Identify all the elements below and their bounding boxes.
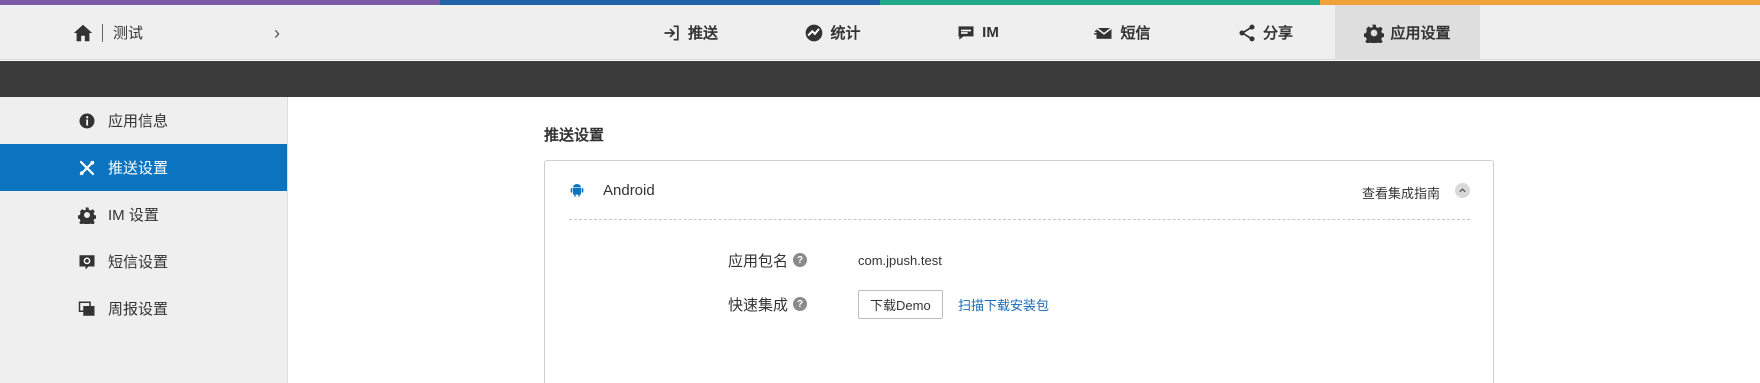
help-icon[interactable]: ? [793, 253, 808, 267]
sidebar-item-label: 周报设置 [108, 301, 169, 318]
top-navigation: 测试 › 推送 统计 IM 短信 分享 应用设置 [0, 5, 1760, 60]
platform-name: Android [603, 181, 655, 199]
app-divider [102, 23, 103, 42]
page: 测试 › 推送 统计 IM 短信 分享 应用设置 应用信息 推送设置 IM 设置… [0, 0, 1760, 383]
sidebar-item-app-info[interactable]: 应用信息 [0, 97, 287, 144]
chat-icon [958, 25, 974, 40]
chevron-up-icon[interactable] [1455, 183, 1470, 198]
nav-label-im: IM [982, 24, 999, 41]
nav-item-push[interactable]: 推送 [620, 5, 760, 60]
section-title: 推送设置 [544, 127, 605, 144]
package-name-row: 应用包名 ? com.jpush.test [545, 245, 1495, 275]
nav-label-stats: 统计 [830, 25, 861, 42]
card-header: Android 查看集成指南 [569, 161, 1470, 220]
scan-download-link[interactable]: 扫描下载安装包 [958, 295, 1049, 314]
report-icon [78, 301, 95, 316]
sidebar-item-label: IM 设置 [108, 207, 159, 224]
android-icon [570, 184, 584, 197]
package-name-label-text: 应用包名 [728, 252, 789, 270]
gear-icon [1364, 24, 1385, 43]
sidebar-item-im-settings[interactable]: IM 设置 [0, 191, 287, 238]
sms-gear-icon [79, 254, 95, 269]
download-demo-button[interactable]: 下载Demo [858, 289, 943, 319]
platform-card: Android 查看集成指南 应用包名 ? com.jpush.test 快速集… [544, 160, 1494, 383]
chevron-right-icon[interactable]: › [274, 23, 280, 44]
sms-icon [1094, 26, 1113, 39]
nav-label-share: 分享 [1262, 25, 1293, 42]
nav-item-stats[interactable]: 统计 [760, 5, 905, 60]
nav-label-push: 推送 [687, 25, 718, 42]
app-name: 测试 [113, 25, 144, 42]
im-gear-icon [78, 207, 96, 224]
login-icon [664, 25, 679, 40]
tools-icon [79, 160, 95, 175]
sidebar-item-label: 应用信息 [108, 113, 169, 130]
home-icon[interactable] [72, 22, 94, 44]
app-switcher[interactable]: 测试 › [72, 5, 280, 60]
sidebar-item-sms-settings[interactable]: 短信设置 [0, 238, 287, 285]
quick-integration-label-text: 快速集成 [728, 296, 789, 314]
sidebar: 应用信息 推送设置 IM 设置 短信设置 周报设置 [0, 97, 288, 383]
nav-item-im[interactable]: IM [905, 5, 1050, 60]
main-content: 推送设置 Android 查看集成指南 应用包名 ? com.jpush.tes… [289, 97, 1760, 383]
integration-guide-link[interactable]: 查看集成指南 [1362, 183, 1440, 202]
nav-item-app-settings[interactable]: 应用设置 [1335, 5, 1480, 60]
nav-label-app-settings: 应用设置 [1390, 25, 1451, 42]
sidebar-item-label: 推送设置 [108, 160, 169, 177]
share-icon [1239, 24, 1255, 41]
main-nav: 推送 统计 IM 短信 分享 应用设置 [620, 5, 1480, 60]
nav-item-share[interactable]: 分享 [1195, 5, 1335, 60]
dark-band [0, 61, 1760, 97]
help-icon[interactable]: ? [793, 297, 808, 311]
nav-item-sms[interactable]: 短信 [1050, 5, 1195, 60]
package-name-label: 应用包名 ? [728, 250, 808, 271]
stats-icon [806, 24, 823, 41]
quick-integration-label: 快速集成 ? [728, 294, 808, 315]
nav-label-sms: 短信 [1120, 25, 1151, 42]
sidebar-item-label: 短信设置 [108, 254, 169, 271]
sidebar-item-report-settings[interactable]: 周报设置 [0, 285, 287, 332]
sidebar-item-push-settings[interactable]: 推送设置 [0, 144, 287, 191]
info-icon [79, 113, 95, 128]
package-name-value: com.jpush.test [858, 252, 942, 268]
quick-integration-row: 快速集成 ? 下载Demo 扫描下载安装包 [545, 289, 1495, 319]
